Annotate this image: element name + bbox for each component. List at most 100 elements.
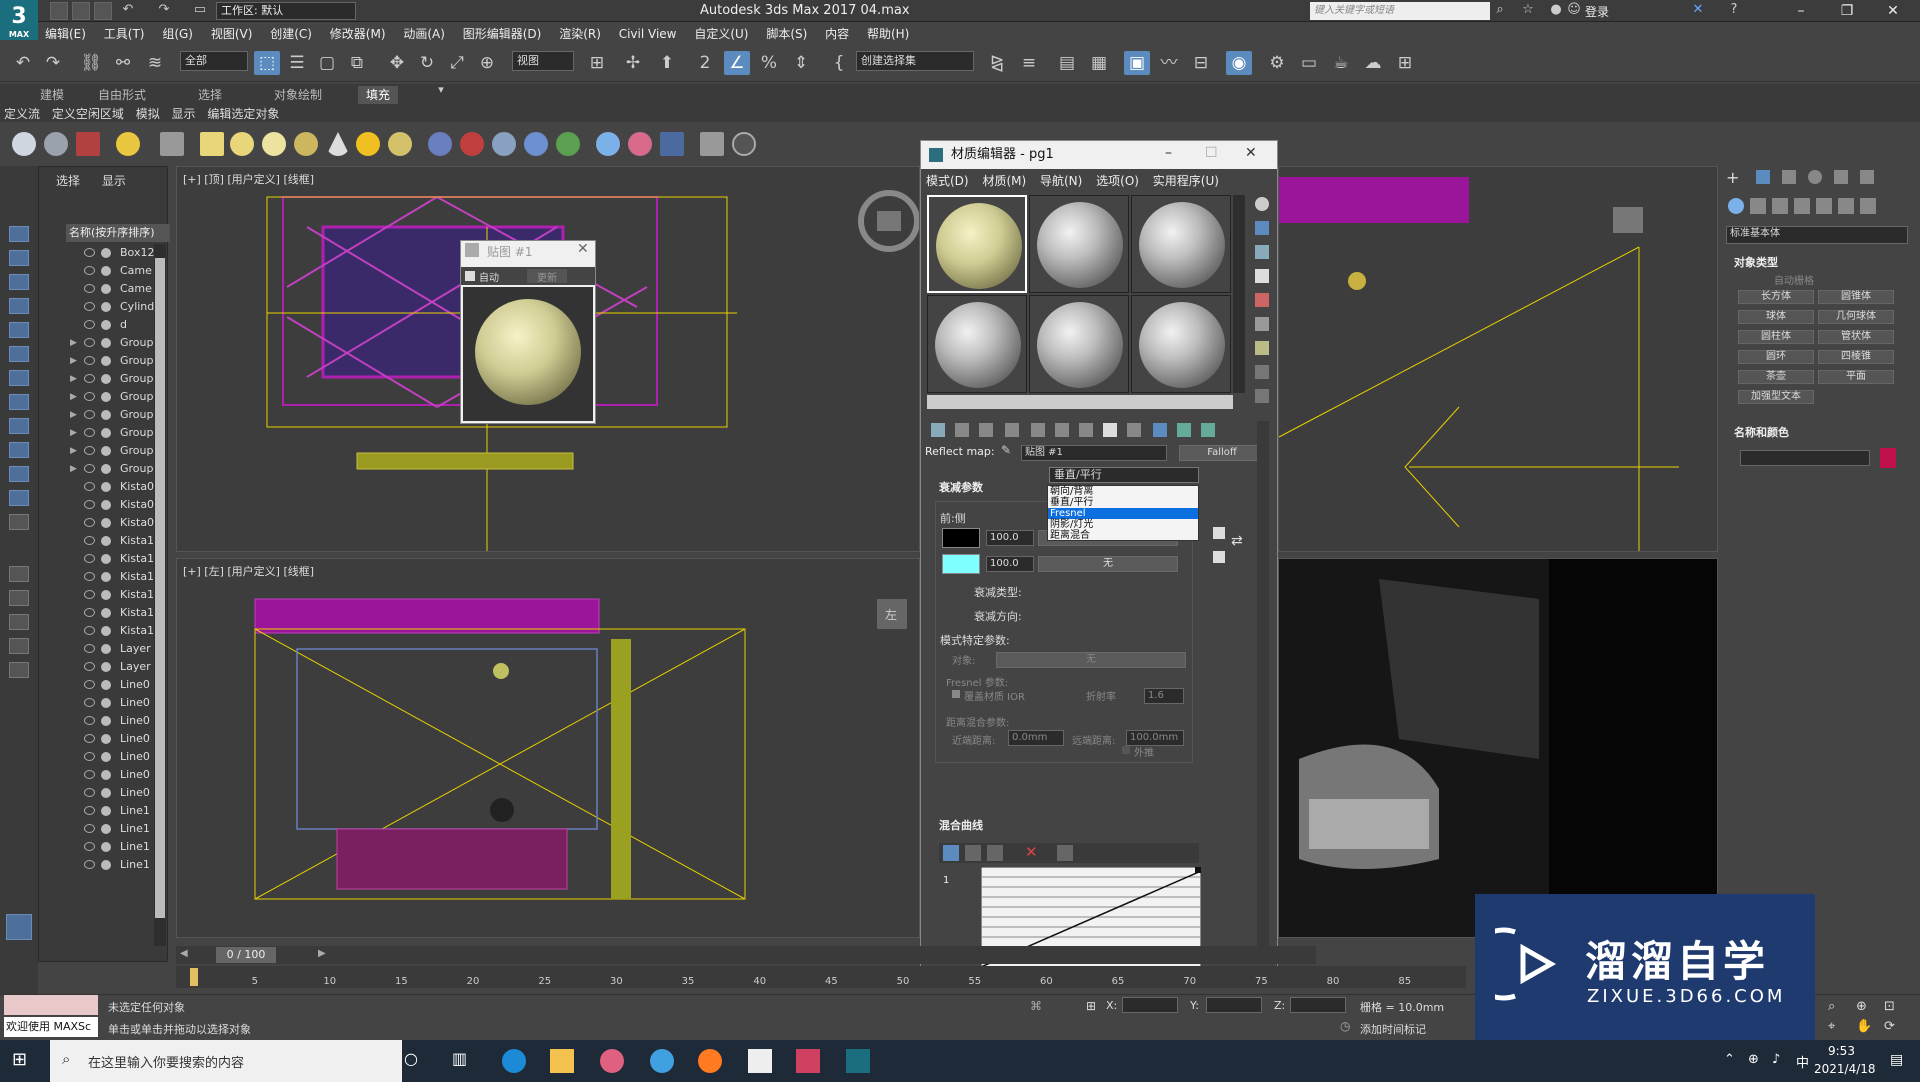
list-item[interactable]: Kista1 [68,622,168,640]
visibility-eye-icon[interactable] [84,752,95,761]
delete-point-icon[interactable]: ✕ [1025,843,1038,861]
notepad-icon[interactable] [748,1049,772,1073]
visibility-eye-icon[interactable] [84,428,95,437]
spacewarps-icon[interactable] [1838,198,1854,214]
display-bones-icon[interactable] [9,418,29,434]
menu-tools[interactable]: 工具(T) [97,22,152,45]
material-id-icon[interactable] [1103,423,1117,437]
edge-icon[interactable] [502,1049,526,1073]
login-link[interactable]: 登录 [1585,3,1609,20]
material-navigator-icon[interactable] [1255,389,1269,403]
app-logo[interactable]: 3 MAX [0,0,38,40]
sample-slot[interactable] [927,195,1027,293]
visibility-eye-icon[interactable] [84,644,95,653]
list-item[interactable]: ▶ Group [68,334,168,352]
ior-spinner[interactable]: 1.6 [1144,688,1184,704]
params-scrollbar[interactable] [1257,421,1269,961]
textplus-button[interactable]: 加强型文本 [1738,390,1814,404]
mirror-icon[interactable]: ⧎ [984,51,1010,75]
x-coordinate-field[interactable] [1122,997,1178,1013]
near-distance-spinner[interactable]: 0.0mm [1008,730,1064,746]
tray-up-icon[interactable]: ⌃ [1724,1052,1735,1067]
mateditor-close-icon[interactable]: ✕ [1245,145,1257,161]
sun-icon[interactable] [356,132,380,156]
workspace-dropdown[interactable]: 工作区: 默认 [216,2,356,20]
maxscript-listener[interactable]: 欢迎使用 MAXSc [4,1017,98,1037]
slots-hscrollbar[interactable] [927,395,1233,409]
falloff-option-distance-blend[interactable]: 距离混合 [1048,530,1198,541]
add-point-icon[interactable] [987,845,1003,861]
visibility-eye-icon[interactable] [84,788,95,797]
list-item[interactable]: Line0 [68,712,168,730]
visibility-eye-icon[interactable] [84,320,95,329]
taskbar-time[interactable]: 9:53 [1828,1044,1855,1058]
expand-arrow-icon[interactable]: ▶ [70,334,77,352]
add-time-tag[interactable]: 添加时间标记 [1360,1021,1426,1037]
backlight-icon[interactable] [1255,221,1269,235]
get-material-icon[interactable] [931,423,945,437]
select-by-name-icon[interactable]: ☰ [284,51,310,75]
update-button[interactable]: 更新 [527,269,567,284]
cortana-icon[interactable]: ○ [404,1049,428,1073]
map-name-field[interactable]: 贴图 #1 [1021,445,1167,461]
menu-scripting[interactable]: 脚本(S) [759,22,814,45]
list-item[interactable]: ▶ Group [68,370,168,388]
pan-icon[interactable]: ✋ [1856,1019,1872,1034]
list-item[interactable]: ▶ Group [68,352,168,370]
mat-menu-navigation[interactable]: 导航(N) [1035,169,1087,192]
schematic-view-icon[interactable]: ⊟ [1188,51,1214,75]
undo-icon[interactable]: ↶ [120,2,136,18]
mat-menu-options[interactable]: 选项(O) [1091,169,1144,192]
visibility-eye-icon[interactable] [84,500,95,509]
gear2-icon[interactable] [524,132,548,156]
list-item[interactable]: Layer [68,640,168,658]
visibility-eye-icon[interactable] [84,806,95,815]
map-type-button[interactable]: Falloff [1179,445,1265,461]
layer-icon[interactable] [9,614,29,630]
maximize-icon[interactable]: ❐ [1824,0,1870,22]
image-app-icon[interactable] [796,1049,820,1073]
sample-slot[interactable] [1131,295,1231,393]
visibility-eye-icon[interactable] [84,554,95,563]
make-copy-icon[interactable] [1031,423,1045,437]
geosphere-button[interactable]: 几何球体 [1818,310,1894,324]
binoculars-icon[interactable]: ⌕ [1492,2,1508,18]
material-sphere-icon[interactable] [596,132,620,156]
sky-icon[interactable] [388,132,412,156]
autodesk-x-icon[interactable]: ✕ [1690,2,1706,18]
lights-icon[interactable] [1772,198,1788,214]
scrollbar-thumb[interactable] [155,258,165,918]
multi-material-icon[interactable] [628,132,652,156]
menu-edit[interactable]: 编辑(E) [38,22,93,45]
cone-button[interactable]: 圆锥体 [1818,290,1894,304]
render-window-icon[interactable] [76,132,100,156]
ref-coord-dropdown[interactable]: 视图 [512,51,574,71]
render-icon[interactable]: ☕ [1328,51,1354,75]
visibility-eye-icon[interactable] [84,482,95,491]
funnel-icon[interactable] [9,638,29,654]
visibility-eye-icon[interactable] [84,698,95,707]
visibility-eye-icon[interactable] [84,536,95,545]
render-setup-icon[interactable]: ⚙ [1264,51,1290,75]
list-item[interactable]: Layer [68,658,168,676]
category-dropdown[interactable]: 标准基本体 [1726,226,1908,244]
browser-app-icon[interactable] [650,1049,674,1073]
list-item[interactable]: d [68,316,168,334]
notification-icon[interactable]: ▤ [1890,1052,1903,1068]
video-color-icon[interactable] [1255,293,1269,307]
tube-button[interactable]: 管状体 [1818,330,1894,344]
menu-views[interactable]: 视图(V) [204,22,260,45]
list-item[interactable]: Kista0 [68,478,168,496]
maxscript-listener-top[interactable] [4,995,98,1015]
options-icon[interactable] [1255,341,1269,355]
window-crossing-icon[interactable]: ⧉ [344,51,370,75]
redo-icon[interactable]: ↷ [156,2,172,18]
slots-scrollbar[interactable] [1233,195,1245,393]
display-containers-icon[interactable] [9,442,29,458]
help-icon[interactable]: ? [1726,2,1742,18]
windows-start-icon[interactable]: ⊞ [12,1049,36,1073]
ribbon-toggle-icon[interactable]: ▣ [1124,51,1150,75]
falloff-option-towards-away[interactable]: 朝向/背离 [1048,486,1198,497]
eyedropper-icon[interactable]: ✎ [1001,443,1011,457]
menu-modifiers[interactable]: 修改器(M) [323,22,393,45]
